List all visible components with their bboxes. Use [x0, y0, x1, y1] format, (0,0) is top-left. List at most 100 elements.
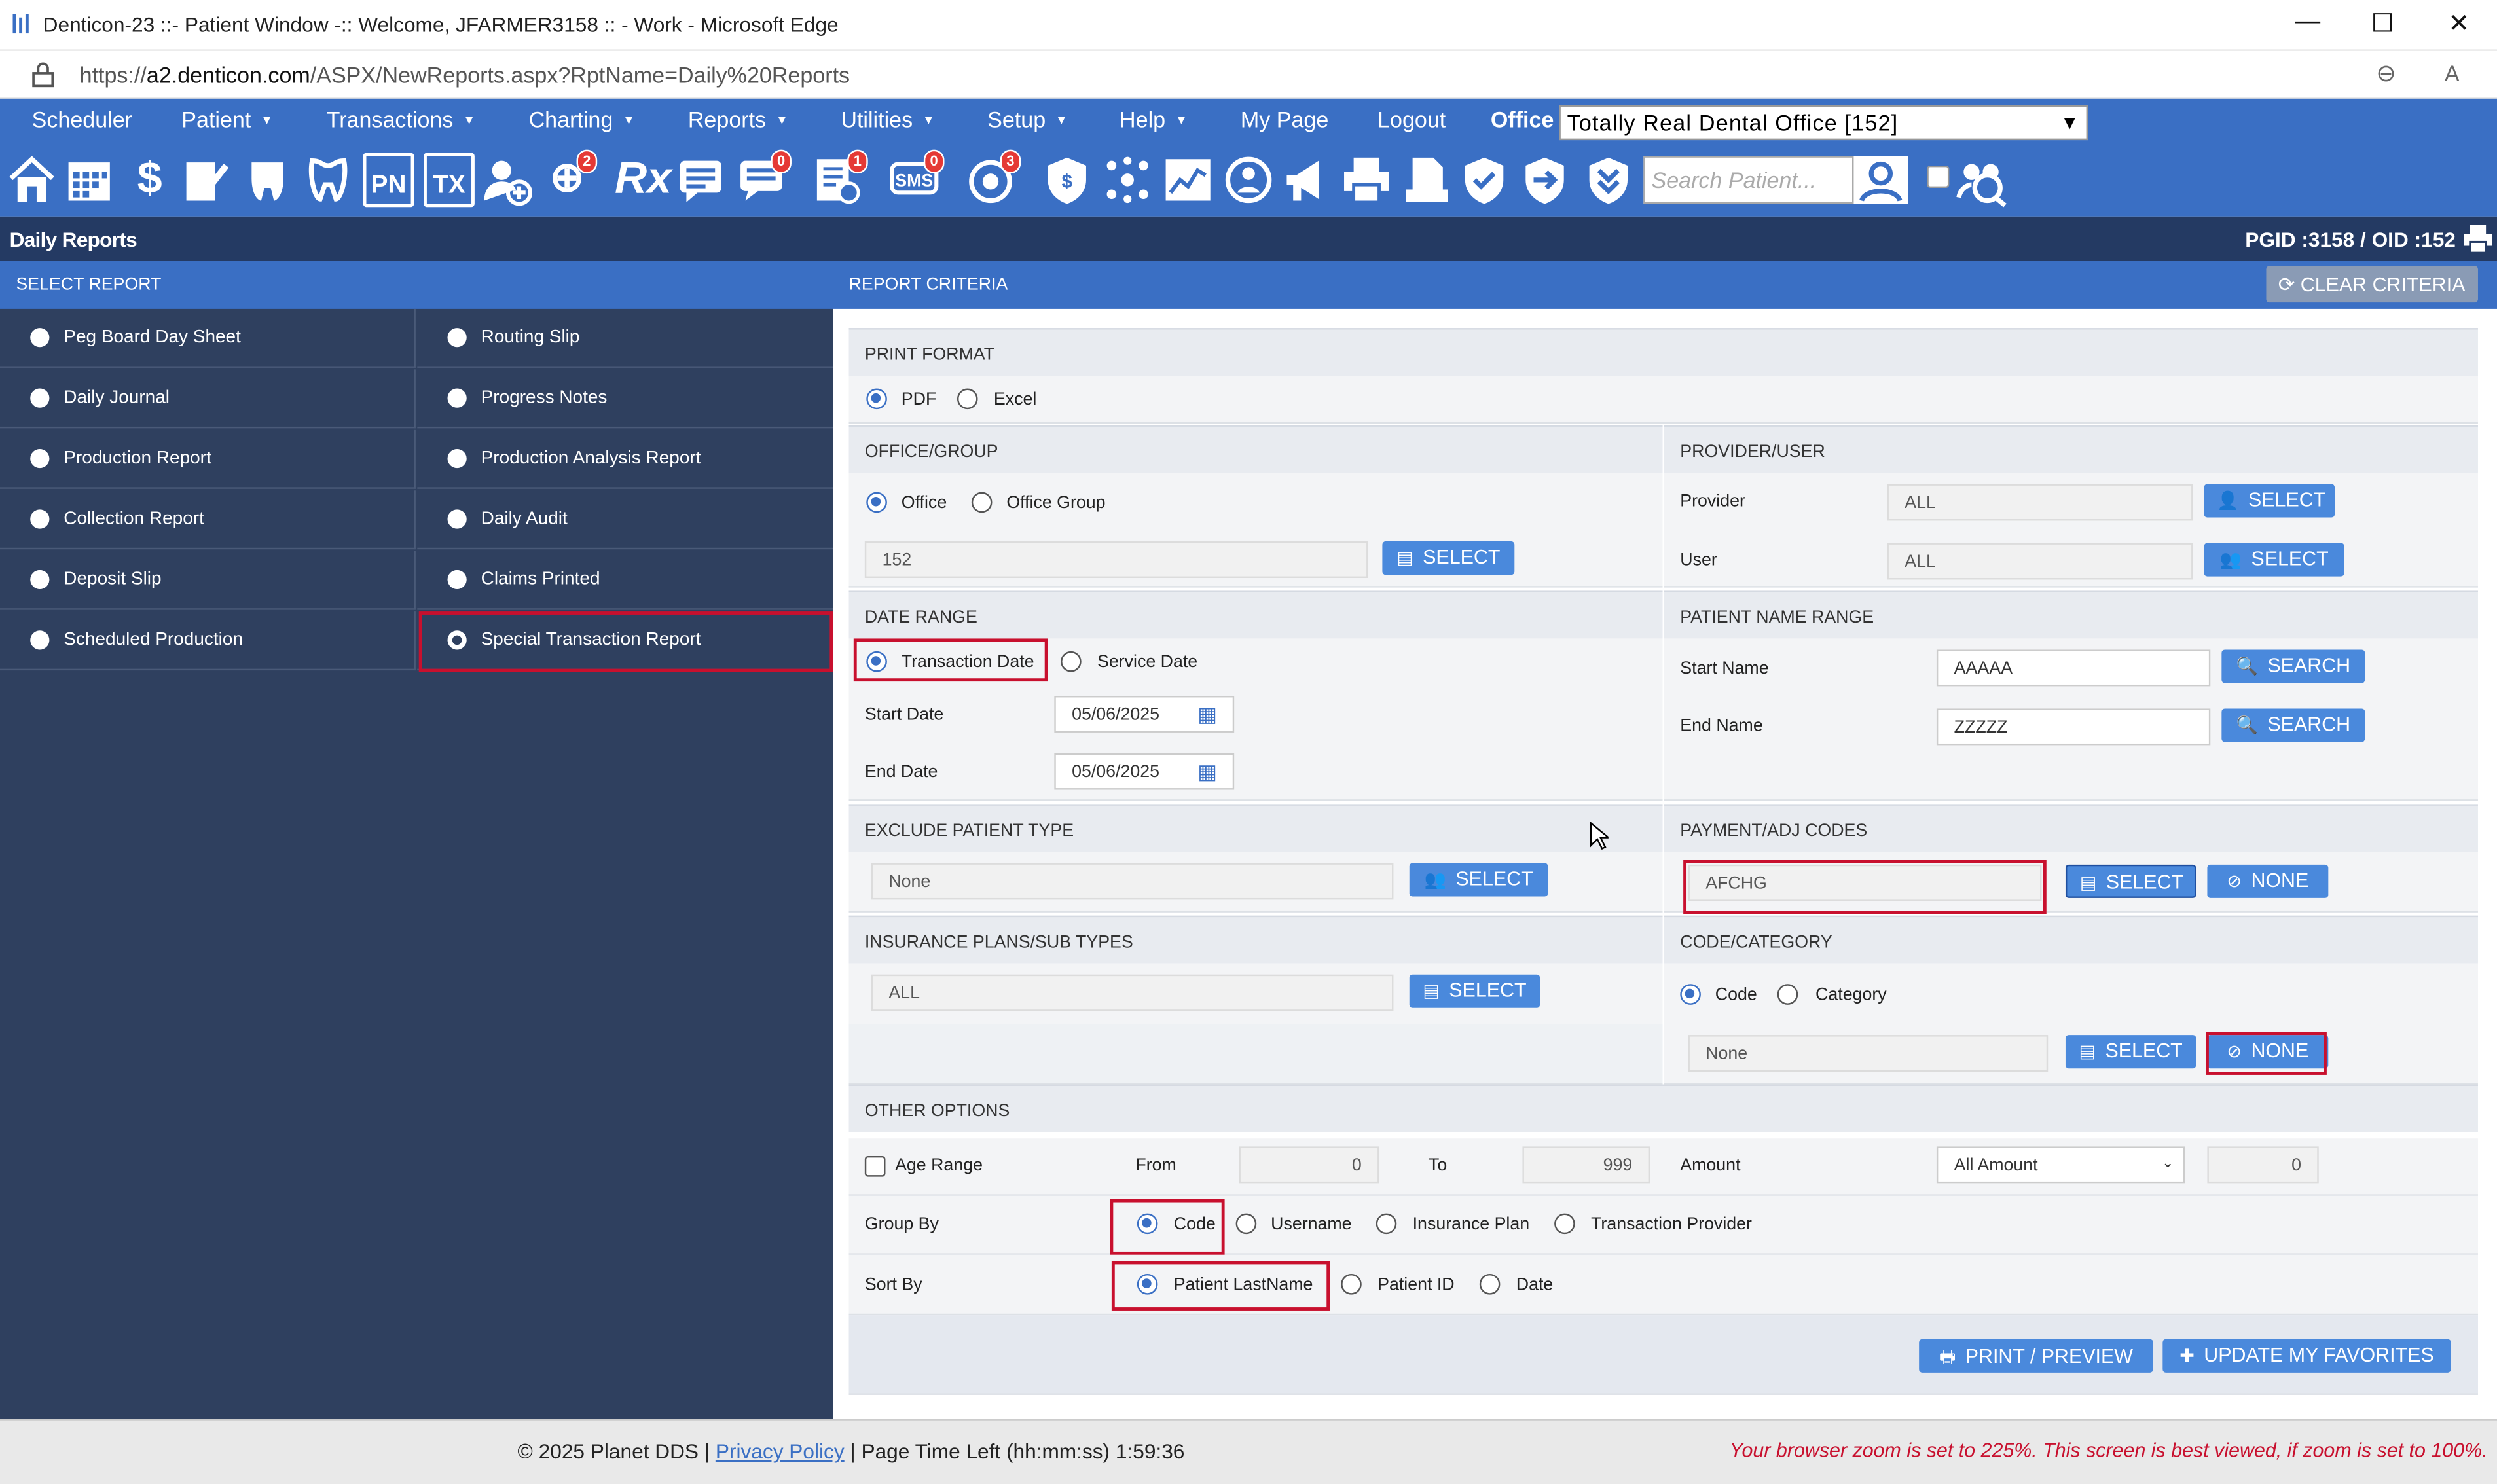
printer-icon[interactable] — [1341, 153, 1392, 208]
nav-logout[interactable]: Logout — [1377, 107, 1446, 132]
nav-transactions[interactable]: Transactions ▼ — [327, 107, 476, 132]
add-patient-icon[interactable] — [481, 153, 532, 208]
radio-button[interactable] — [30, 570, 50, 590]
code-none-button[interactable]: ⊘ NONE — [2207, 1035, 2329, 1069]
insurance-select-button[interactable]: ▤ SELECT — [1409, 974, 1540, 1008]
start-name-search-button[interactable]: 🔍 SEARCH — [2221, 649, 2365, 683]
nav-reports[interactable]: Reports ▼ — [688, 107, 788, 132]
calendar-icon[interactable] — [64, 153, 115, 208]
age-range-checkbox[interactable] — [864, 1155, 886, 1177]
report-option-production[interactable]: Production Report — [0, 429, 416, 489]
report-option-routing-slip[interactable]: Routing Slip — [417, 309, 833, 368]
insurance-shield-icon[interactable]: $ — [1042, 153, 1093, 208]
amount-value-input[interactable]: 0 — [2207, 1146, 2319, 1184]
payment-none-button[interactable]: ⊘ NONE — [2207, 864, 2329, 898]
search-patient-input[interactable]: Search Patient... — [1643, 156, 1854, 204]
radio-button[interactable] — [30, 388, 50, 408]
amount-select[interactable]: All Amount ⌄ — [1936, 1146, 2185, 1184]
report-option-daily-audit[interactable]: Daily Audit — [417, 490, 833, 550]
megaphone-icon[interactable] — [1281, 153, 1332, 208]
report-option-production-analysis[interactable]: Production Analysis Report — [417, 430, 833, 489]
report-option-peg-board[interactable]: Peg Board Day Sheet — [0, 308, 416, 368]
shield-check-icon[interactable] — [1459, 153, 1510, 208]
group-provider-radio[interactable] — [1554, 1213, 1575, 1235]
office-value-field[interactable]: 152 — [864, 541, 1368, 578]
radio-button[interactable] — [447, 388, 467, 408]
group-username-radio[interactable] — [1235, 1213, 1257, 1235]
report-option-daily-journal[interactable]: Daily Journal — [0, 369, 416, 429]
print-preview-button[interactable]: 🖶 PRINT / PREVIEW — [1919, 1339, 2153, 1373]
close-icon[interactable]: ✕ — [2435, 8, 2483, 40]
user-select-button[interactable]: 👥 SELECT — [2204, 543, 2344, 577]
service-date-radio[interactable] — [1061, 651, 1082, 672]
url-text[interactable]: https://a2.denticon.com/ASPX/NewReports.… — [80, 62, 850, 88]
report-option-deposit-slip[interactable]: Deposit Slip — [0, 551, 416, 610]
payment-codes-field[interactable]: AFCHG — [1688, 864, 2042, 901]
radio-button[interactable] — [447, 328, 467, 348]
privacy-policy-link[interactable]: Privacy Policy — [716, 1439, 845, 1463]
nav-scheduler[interactable]: Scheduler — [32, 107, 132, 132]
age-from-input[interactable]: 0 — [1239, 1146, 1379, 1184]
sort-lastname-radio[interactable] — [1137, 1273, 1158, 1295]
office-select-button[interactable]: ▤ SELECT — [1382, 541, 1515, 575]
report-option-progress-notes[interactable]: Progress Notes — [417, 369, 833, 429]
pn-icon[interactable]: PN — [363, 153, 414, 208]
radio-button[interactable] — [30, 448, 50, 469]
rx-icon[interactable]: Rx — [615, 153, 672, 208]
end-name-input[interactable]: ZZZZZ — [1936, 708, 2211, 746]
dollar-icon[interactable]: $ — [124, 153, 175, 208]
radio-button-selected[interactable] — [447, 630, 467, 650]
radio-button[interactable] — [447, 570, 467, 590]
alert-icon[interactable]: 3 — [965, 149, 1021, 208]
radio-button[interactable] — [30, 630, 50, 650]
provider-field[interactable]: ALL — [1887, 484, 2193, 521]
chart-line-icon[interactable] — [1163, 153, 1214, 208]
office-radio[interactable] — [866, 492, 887, 513]
nav-patient[interactable]: Patient ▼ — [181, 107, 273, 132]
code-category-field[interactable]: None — [1688, 1035, 2049, 1072]
exclude-select-button[interactable]: 👥 SELECT — [1409, 863, 1548, 897]
messages-icon[interactable] — [675, 153, 726, 208]
globe-icon[interactable]: ⊕ 2 — [541, 149, 598, 208]
office-select[interactable]: Totally Real Dental Office [152] ▼ — [1559, 105, 2088, 141]
nav-setup[interactable]: Setup ▼ — [987, 107, 1068, 132]
clear-criteria-button[interactable]: ⟳ CLEAR CRITERIA — [2265, 266, 2478, 303]
report-option-claims-printed[interactable]: Claims Printed — [417, 551, 833, 610]
sort-patient-id-radio[interactable] — [1341, 1273, 1362, 1295]
tx-icon[interactable]: TX — [424, 153, 475, 208]
report-option-special-transaction[interactable]: Special Transaction Report — [417, 611, 833, 671]
zoom-icon[interactable]: ⊖ — [2376, 59, 2396, 87]
exclude-field[interactable]: None — [871, 863, 1394, 900]
radio-button[interactable] — [30, 509, 50, 529]
minimize-icon[interactable]: — — [2284, 8, 2331, 37]
patient-search-icon[interactable] — [1853, 156, 1908, 204]
group-code-radio[interactable] — [1137, 1213, 1158, 1235]
age-to-input[interactable]: 999 — [1522, 1146, 1650, 1184]
print-page-icon[interactable] — [2462, 223, 2494, 255]
insurance-field[interactable]: ALL — [871, 974, 1394, 1011]
code-radio[interactable] — [1680, 984, 1701, 1005]
start-name-input[interactable]: AAAAA — [1936, 649, 2211, 687]
category-radio[interactable] — [1777, 984, 1798, 1005]
chat-icon[interactable]: 0 — [736, 149, 792, 208]
calendar-icon[interactable]: ▦ — [1197, 759, 1217, 785]
nav-charting[interactable]: Charting ▼ — [529, 107, 636, 132]
group-search-icon[interactable] — [1956, 156, 2010, 208]
code-select-button[interactable]: ▤ SELECT — [2065, 1035, 2196, 1069]
report-option-collection[interactable]: Collection Report — [0, 490, 416, 550]
tooth-icon[interactable] — [302, 153, 354, 208]
payment-select-button[interactable]: ▤ SELECT — [2065, 864, 2196, 898]
end-name-search-button[interactable]: 🔍 SEARCH — [2221, 708, 2365, 742]
edit-notes-icon[interactable] — [181, 153, 232, 208]
radio-button[interactable] — [30, 328, 50, 348]
nav-utilities[interactable]: Utilities ▼ — [841, 107, 935, 132]
radio-button[interactable] — [447, 509, 467, 529]
document-print-icon[interactable] — [1402, 153, 1453, 208]
user-field[interactable]: ALL — [1887, 543, 2193, 580]
address-bar[interactable]: https://a2.denticon.com/ASPX/NewReports.… — [0, 50, 2497, 99]
report-option-scheduled-production[interactable]: Scheduled Production — [0, 611, 416, 671]
home-icon[interactable] — [7, 153, 58, 208]
sort-date-radio[interactable] — [1479, 1273, 1501, 1295]
provider-select-button[interactable]: 👤 SELECT — [2204, 484, 2335, 518]
notes-check-icon[interactable]: 1 — [812, 149, 868, 208]
